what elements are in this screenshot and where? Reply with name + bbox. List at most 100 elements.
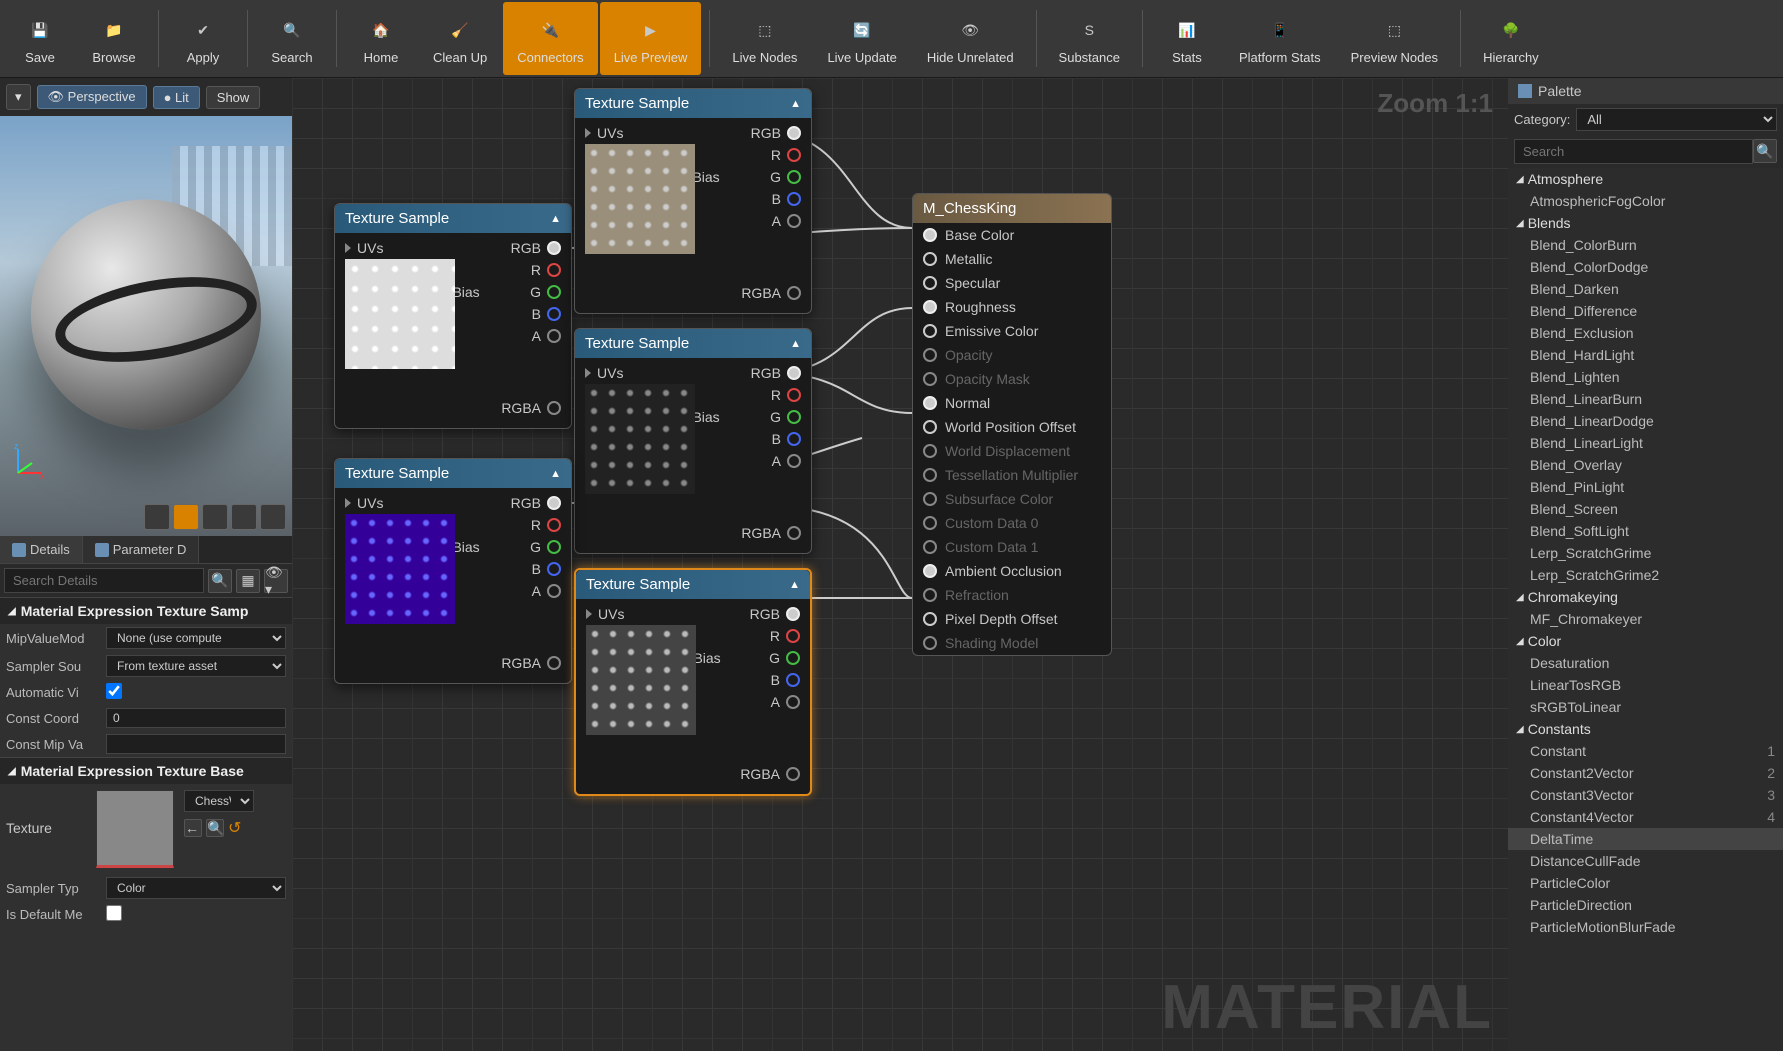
texture-sample-node-selected[interactable]: Texture Sample▲UVsRGB TexR Apply View Mi… [574, 568, 812, 796]
output-pin-world-position-offset[interactable]: World Position Offset [913, 415, 1111, 439]
output-pin-g[interactable]: G [770, 409, 801, 425]
toolbar-platform-stats-button[interactable]: 📱Platform Stats [1225, 2, 1335, 75]
perspective-button[interactable]: 👁 Perspective [37, 85, 147, 109]
palette-item-particlemotionblurfade[interactable]: ParticleMotionBlurFade [1508, 916, 1783, 938]
const-coord-input[interactable] [106, 708, 286, 728]
collapse-icon[interactable]: ▲ [790, 338, 801, 350]
output-pin-roughness[interactable]: Roughness [913, 295, 1111, 319]
search-icon[interactable]: 🔍 [1753, 139, 1777, 163]
shape-mesh-button[interactable] [260, 504, 286, 530]
viewport-options-dropdown[interactable]: ▾ [6, 84, 31, 110]
output-pin-g[interactable]: G [770, 169, 801, 185]
output-pin-pixel-depth-offset[interactable]: Pixel Depth Offset [913, 607, 1111, 631]
pin-connector-icon[interactable] [923, 228, 937, 242]
output-pin-a[interactable]: A [532, 583, 561, 599]
toolbar-hide-unrelated-button[interactable]: 👁Hide Unrelated [913, 2, 1028, 75]
output-pin-rgba[interactable]: RGBA [501, 400, 561, 416]
output-pin-r[interactable]: R [771, 387, 801, 403]
mip-value-mode-select[interactable]: None (use compute [106, 627, 286, 649]
pin-connector-icon[interactable] [923, 300, 937, 314]
palette-item-blend_colorburn[interactable]: Blend_ColorBurn [1508, 234, 1783, 256]
palette-category-blends[interactable]: Blends [1508, 212, 1783, 234]
view-options-icon[interactable]: 👁▾ [264, 569, 288, 593]
texture-asset-select[interactable]: ChessWi [184, 790, 254, 812]
output-pin-b[interactable]: B [771, 672, 800, 688]
texture-sample-node[interactable]: Texture Sample▲UVsRGB TexR Apply View Mi… [334, 203, 572, 429]
palette-item-blend_lineardodge[interactable]: Blend_LinearDodge [1508, 410, 1783, 432]
palette-item-blend_hardlight[interactable]: Blend_HardLight [1508, 344, 1783, 366]
output-pin-rgb[interactable]: RGB [751, 365, 801, 381]
output-pin-b[interactable]: B [532, 306, 561, 322]
node-header[interactable]: Texture Sample▲ [575, 89, 811, 118]
search-details-icon[interactable]: 🔍 [208, 569, 232, 593]
palette-item-deltatime[interactable]: DeltaTime [1508, 828, 1783, 850]
reset-to-default-icon[interactable]: ↺ [228, 818, 241, 838]
palette-item-constant[interactable]: Constant1 [1508, 740, 1783, 762]
sampler-source-select[interactable]: From texture asset [106, 655, 286, 677]
search-details-input[interactable] [4, 568, 204, 593]
output-pin-rgb[interactable]: RGB [511, 495, 561, 511]
shape-sphere-button[interactable] [173, 504, 199, 530]
output-pin-rgba[interactable]: RGBA [741, 525, 801, 541]
collapse-icon[interactable]: ▲ [789, 579, 800, 591]
output-pin-rgba[interactable]: RGBA [741, 285, 801, 301]
toolbar-substance-button[interactable]: SSubstance [1045, 2, 1134, 75]
sampler-type-select[interactable]: Color [106, 877, 286, 899]
property-matrix-icon[interactable]: ▦ [236, 569, 260, 593]
output-pin-a[interactable]: A [772, 213, 801, 229]
node-header[interactable]: Texture Sample▲ [575, 329, 811, 358]
section-texture-sample[interactable]: Material Expression Texture Samp [0, 597, 292, 624]
toolbar-stats-button[interactable]: 📊Stats [1151, 2, 1223, 75]
is-default-checkbox[interactable] [106, 905, 122, 921]
output-pin-rgb[interactable]: RGB [750, 606, 800, 622]
browse-asset-button[interactable]: 🔍 [206, 819, 224, 837]
palette-item-particlecolor[interactable]: ParticleColor [1508, 872, 1783, 894]
palette-category-chromakeying[interactable]: Chromakeying [1508, 586, 1783, 608]
palette-search-input[interactable] [1514, 139, 1753, 164]
palette-item-blend_darken[interactable]: Blend_Darken [1508, 278, 1783, 300]
pin-connector-icon[interactable] [923, 324, 937, 338]
input-pin-uvs[interactable]: UVs [586, 606, 624, 622]
palette-item-blend_lighten[interactable]: Blend_Lighten [1508, 366, 1783, 388]
collapse-icon[interactable]: ▲ [550, 213, 561, 225]
shape-cube-button[interactable] [231, 504, 257, 530]
output-pin-r[interactable]: R [771, 147, 801, 163]
input-pin-uvs[interactable]: UVs [585, 125, 623, 141]
pin-connector-icon[interactable] [923, 612, 937, 626]
toolbar-apply-button[interactable]: ✔Apply [167, 2, 239, 75]
palette-category-atmosphere[interactable]: Atmosphere [1508, 168, 1783, 190]
output-pin-a[interactable]: A [532, 328, 561, 344]
toolbar-preview-nodes-button[interactable]: ⬚Preview Nodes [1337, 2, 1452, 75]
palette-item-distancecullfade[interactable]: DistanceCullFade [1508, 850, 1783, 872]
output-pin-b[interactable]: B [772, 431, 801, 447]
input-pin-uvs[interactable]: UVs [345, 495, 383, 511]
palette-item-blend_colordodge[interactable]: Blend_ColorDodge [1508, 256, 1783, 278]
output-pin-normal[interactable]: Normal [913, 391, 1111, 415]
shape-plane-button[interactable] [202, 504, 228, 530]
toolbar-browse-button[interactable]: 📁Browse [78, 2, 150, 75]
output-pin-a[interactable]: A [772, 453, 801, 469]
texture-sample-node[interactable]: Texture Sample▲UVsRGB TexR Apply View Mi… [574, 88, 812, 314]
palette-item-lerp_scratchgrime2[interactable]: Lerp_ScratchGrime2 [1508, 564, 1783, 586]
input-pin-uvs[interactable]: UVs [345, 240, 383, 256]
use-asset-button[interactable]: ← [184, 819, 202, 837]
output-pin-ambient-occlusion[interactable]: Ambient Occlusion [913, 559, 1111, 583]
palette-item-constant4vector[interactable]: Constant4Vector4 [1508, 806, 1783, 828]
toolbar-live-update-button[interactable]: 🔄Live Update [813, 2, 910, 75]
toolbar-live-nodes-button[interactable]: ⬚Live Nodes [718, 2, 811, 75]
palette-category-color[interactable]: Color [1508, 630, 1783, 652]
texture-sample-node[interactable]: Texture Sample▲UVsRGB TexR Apply View Mi… [574, 328, 812, 554]
output-pin-a[interactable]: A [771, 694, 800, 710]
pin-connector-icon[interactable] [923, 396, 937, 410]
toolbar-save-button[interactable]: 💾Save [4, 2, 76, 75]
output-pin-g[interactable]: G [530, 284, 561, 300]
collapse-icon[interactable]: ▲ [550, 468, 561, 480]
palette-item-blend_linearlight[interactable]: Blend_LinearLight [1508, 432, 1783, 454]
output-pin-specular[interactable]: Specular [913, 271, 1111, 295]
texture-sample-node[interactable]: Texture Sample▲UVsRGB TexR Apply View Mi… [334, 458, 572, 684]
tab-details[interactable]: Details [0, 536, 83, 563]
toolbar-live-preview-button[interactable]: ▶Live Preview [600, 2, 702, 75]
toolbar-search-button[interactable]: 🔍Search [256, 2, 328, 75]
toolbar-home-button[interactable]: 🏠Home [345, 2, 417, 75]
palette-item-desaturation[interactable]: Desaturation [1508, 652, 1783, 674]
